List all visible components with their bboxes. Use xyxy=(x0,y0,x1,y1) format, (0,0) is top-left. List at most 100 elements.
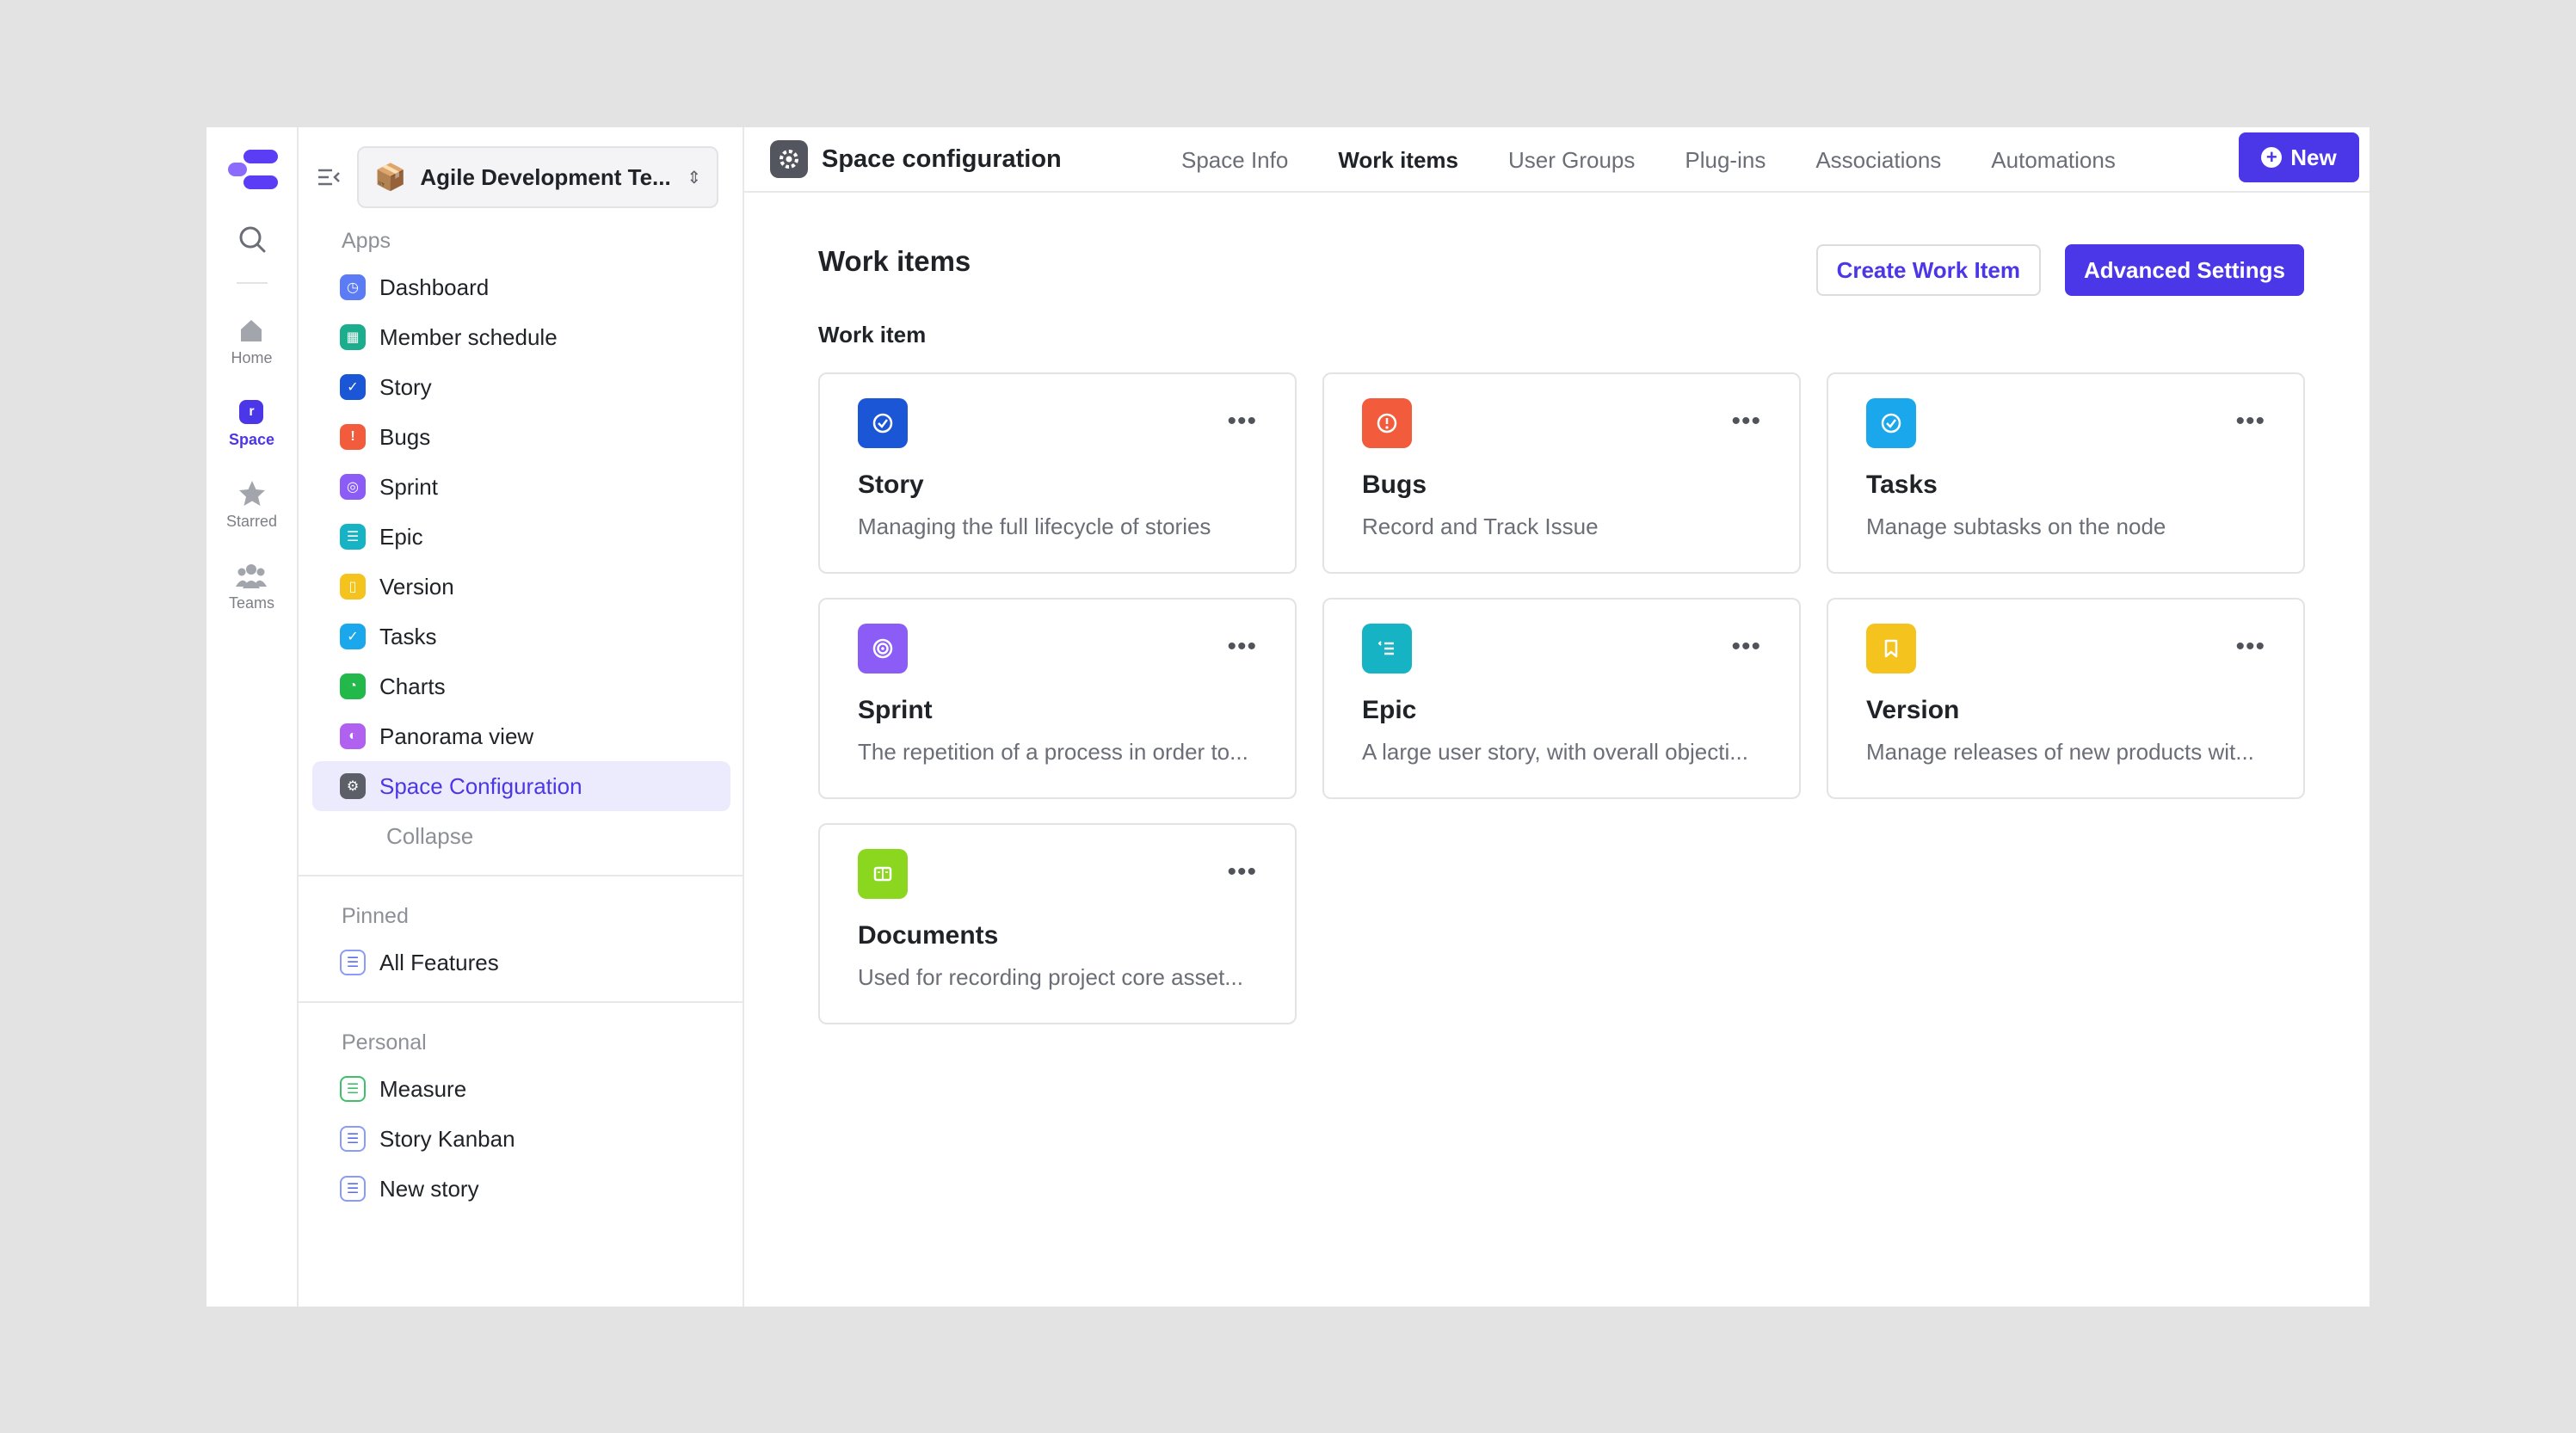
sidebar-item-label: All Features xyxy=(379,949,499,975)
card-description: Used for recording project core asset... xyxy=(858,964,1243,990)
dashboard-icon: ◷ xyxy=(340,274,366,300)
tab-space-info[interactable]: Space Info xyxy=(1181,147,1288,174)
sidebar-item-panorama-view[interactable]: ◐ Panorama view xyxy=(312,711,730,761)
create-work-item-button[interactable]: Create Work Item xyxy=(1815,244,2041,296)
check-circle-icon xyxy=(1866,398,1916,448)
card-title: Sprint xyxy=(858,696,933,724)
sidebar-item-sprint[interactable]: ◎ Sprint xyxy=(312,462,730,512)
work-item-card-bugs[interactable]: ••• Bugs Record and Track Issue xyxy=(1322,372,1801,574)
new-button[interactable]: + New xyxy=(2239,132,2359,182)
sidebar-item-version[interactable]: ▯ Version xyxy=(312,562,730,612)
plus-circle-icon: + xyxy=(2261,147,2283,168)
more-icon[interactable]: ••• xyxy=(1731,409,1761,434)
card-description: A large user story, with overall objecti… xyxy=(1362,739,1748,765)
pinned-section-title: Pinned xyxy=(342,904,409,928)
sidebar: 📦 Agile Development Te... ⇕ Apps ◷ Dashb… xyxy=(299,127,744,1307)
sidebar-item-epic[interactable]: ☰ Epic xyxy=(312,512,730,562)
work-item-card-story[interactable]: ••• Story Managing the full lifecycle of… xyxy=(818,372,1297,574)
list-view-icon: ☰ xyxy=(340,1076,366,1102)
panorama-icon: ◐ xyxy=(340,723,366,749)
more-icon[interactable]: ••• xyxy=(1227,409,1257,434)
rail-item-starred[interactable]: Starred xyxy=(226,478,277,531)
space-name: Agile Development Te... xyxy=(420,163,671,190)
top-bar: Space configuration Space Info Work item… xyxy=(744,127,2370,193)
sidebar-item-charts[interactable]: ◔ Charts xyxy=(312,661,730,711)
personal-section-title: Personal xyxy=(342,1030,427,1055)
sidebar-item-label: Story xyxy=(379,373,432,400)
sidebar-item-label: Member schedule xyxy=(379,323,558,350)
search-icon[interactable] xyxy=(235,222,269,256)
target-icon xyxy=(858,624,908,673)
teams-icon xyxy=(236,560,268,591)
sidebar-item-story[interactable]: ✓ Story xyxy=(312,362,730,412)
rail-item-teams[interactable]: Teams xyxy=(229,560,274,612)
space-icon: r xyxy=(236,397,267,427)
sidebar-collapse-icon[interactable] xyxy=(314,163,343,192)
package-icon: 📦 xyxy=(374,163,407,192)
work-item-card-epic[interactable]: ••• Epic A large user story, with overal… xyxy=(1322,598,1801,799)
check-circle-icon xyxy=(858,398,908,448)
more-icon[interactable]: ••• xyxy=(1731,634,1761,660)
app-logo[interactable] xyxy=(226,148,278,191)
work-item-card-documents[interactable]: ••• Documents Used for recording project… xyxy=(818,823,1297,1024)
sidebar-divider xyxy=(299,1001,743,1003)
sidebar-item-label: Space Configuration xyxy=(379,772,582,799)
card-description: Manage subtasks on the node xyxy=(1866,514,2166,539)
sidebar-item-label: Tasks xyxy=(379,623,437,649)
card-title: Documents xyxy=(858,921,999,950)
apps-section-title: Apps xyxy=(342,229,391,253)
sidebar-item-label: Panorama view xyxy=(379,723,534,749)
rail-label: Starred xyxy=(225,513,278,530)
card-title: Epic xyxy=(1362,696,1417,724)
tab-automations[interactable]: Automations xyxy=(1991,147,2116,174)
card-title: Version xyxy=(1866,696,1960,724)
tab-work-items[interactable]: Work items xyxy=(1338,147,1458,174)
config-tabs: Space Info Work items User Groups Plug-i… xyxy=(1181,127,2166,193)
sidebar-item-all-features[interactable]: ☰ All Features xyxy=(312,938,730,987)
sidebar-item-dashboard[interactable]: ◷ Dashboard xyxy=(312,262,730,312)
rail-item-home[interactable]: Home xyxy=(231,315,273,367)
sidebar-item-member-schedule[interactable]: ▦ Member schedule xyxy=(312,312,730,362)
rail-item-space[interactable]: r Space xyxy=(229,397,274,449)
gear-icon: ⚙ xyxy=(340,773,366,799)
section-title: Work items xyxy=(818,245,971,277)
work-item-card-sprint[interactable]: ••• Sprint The repetition of a process i… xyxy=(818,598,1297,799)
more-icon[interactable]: ••• xyxy=(1227,859,1257,885)
sidebar-item-tasks[interactable]: ✓ Tasks xyxy=(312,612,730,661)
sidebar-item-measure[interactable]: ☰ Measure xyxy=(312,1064,730,1114)
sidebar-item-label: Charts xyxy=(379,673,446,699)
list-view-icon: ☰ xyxy=(340,1176,366,1202)
check-circle-icon: ✓ xyxy=(340,374,366,400)
work-item-card-tasks[interactable]: ••• Tasks Manage subtasks on the node xyxy=(1827,372,2305,574)
sidebar-item-label: New story xyxy=(379,1175,479,1202)
card-description: The repetition of a process in order to.… xyxy=(858,739,1248,765)
alert-circle-icon xyxy=(1362,398,1412,448)
sidebar-item-label: Epic xyxy=(379,523,423,550)
alert-icon: ! xyxy=(340,424,366,450)
sidebar-item-bugs[interactable]: ! Bugs xyxy=(312,412,730,462)
bookmark-icon xyxy=(1866,624,1916,673)
advanced-settings-button[interactable]: Advanced Settings xyxy=(2064,244,2304,296)
tab-plug-ins[interactable]: Plug-ins xyxy=(1685,147,1766,174)
list-view-icon: ☰ xyxy=(340,950,366,975)
work-item-cards: ••• Story Managing the full lifecycle of… xyxy=(818,372,2305,1024)
card-description: Manage releases of new products wit... xyxy=(1866,739,2254,765)
space-selector[interactable]: 📦 Agile Development Te... ⇕ xyxy=(357,146,718,208)
sidebar-item-space-configuration[interactable]: ⚙ Space Configuration xyxy=(312,761,730,811)
card-title: Story xyxy=(858,470,924,499)
sidebar-item-story-kanban[interactable]: ☰ Story Kanban xyxy=(312,1114,730,1164)
more-icon[interactable]: ••• xyxy=(2235,409,2265,434)
work-item-card-version[interactable]: ••• Version Manage releases of new produ… xyxy=(1827,598,2305,799)
rail-label: Home xyxy=(231,349,273,366)
sidebar-item-label: Measure xyxy=(379,1075,467,1102)
tab-user-groups[interactable]: User Groups xyxy=(1508,147,1635,174)
app-window: Home r Space Starred Teams 📦 Agile Devel… xyxy=(206,127,2370,1307)
collapse-link[interactable]: Collapse xyxy=(299,811,743,861)
more-icon[interactable]: ••• xyxy=(2235,634,2265,660)
more-icon[interactable]: ••• xyxy=(1227,634,1257,660)
bookmark-icon: ▯ xyxy=(340,574,366,600)
sidebar-item-new-story[interactable]: ☰ New story xyxy=(312,1164,730,1214)
home-icon xyxy=(236,315,267,346)
tab-associations[interactable]: Associations xyxy=(1815,147,1941,174)
book-icon xyxy=(858,849,908,899)
